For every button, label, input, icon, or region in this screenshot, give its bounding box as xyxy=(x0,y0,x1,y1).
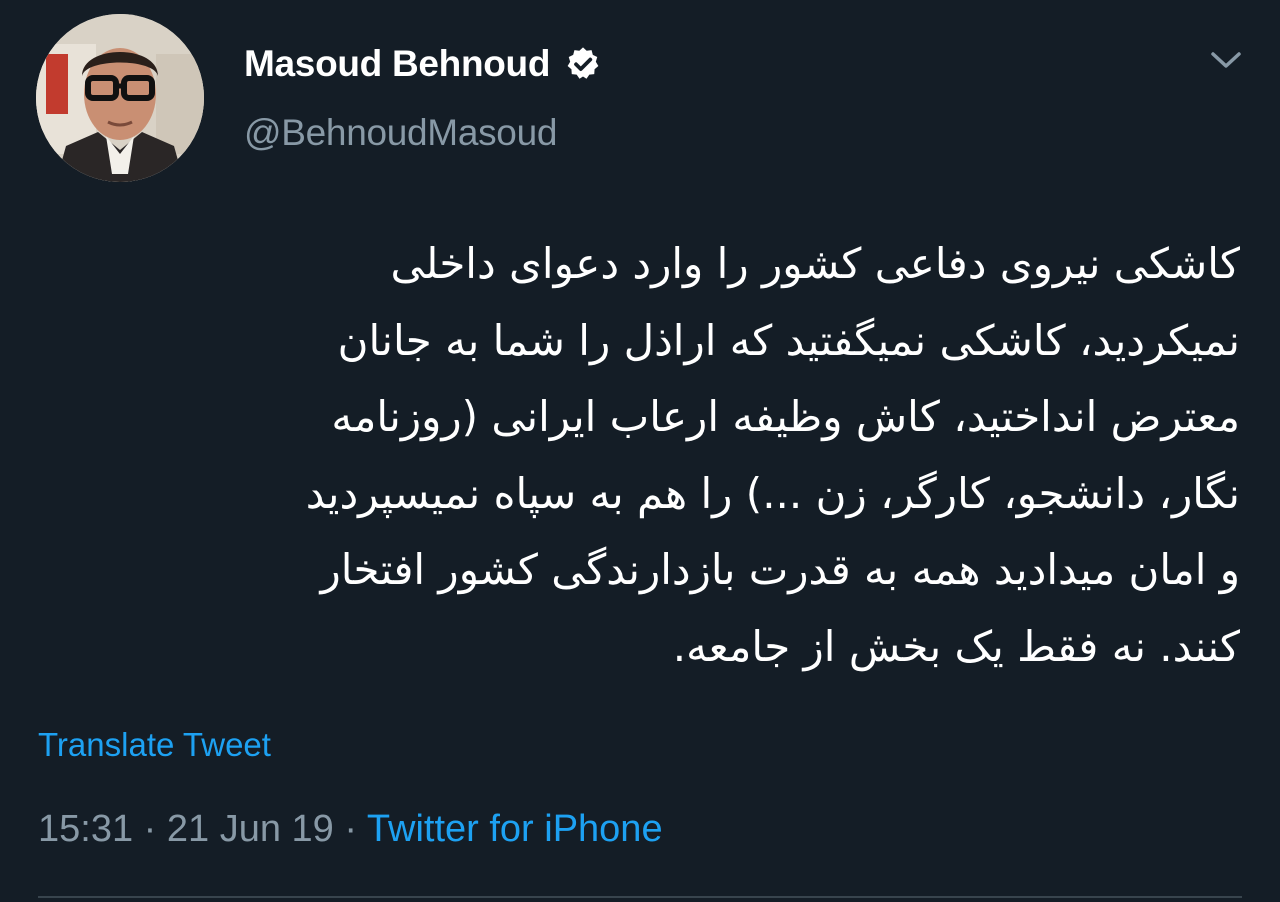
tweet-text: کاشکی نیروی دفاعی کشور را وارد دعوای داخ… xyxy=(90,226,1240,685)
tweet-meta: 15:31 · 21 Jun 19 · Twitter for iPhone xyxy=(38,808,663,851)
tweet-date: 21 Jun 19 xyxy=(166,808,334,850)
tweet-line: معترض انداختید، کاش وظیفه ارعاب ایرانی (… xyxy=(331,392,1240,441)
avatar-photo xyxy=(36,14,204,182)
tweet-line: و امان میدادید همه به قدرت بازدارندگی کش… xyxy=(320,545,1240,594)
tweet-time: 15:31 xyxy=(38,808,134,850)
translate-tweet-link[interactable]: Translate Tweet xyxy=(38,726,271,764)
display-name[interactable]: Masoud Behnoud xyxy=(244,43,550,85)
tweet-line: نمیکردید، کاشکی نمیگفتید که اراذل را شما… xyxy=(337,315,1240,365)
avatar[interactable] xyxy=(36,14,204,182)
meta-separator: · xyxy=(333,808,367,850)
tweet-source-link[interactable]: Twitter for iPhone xyxy=(367,808,663,850)
chevron-down-icon[interactable] xyxy=(1208,44,1244,74)
user-handle[interactable]: @BehnoudMasoud xyxy=(244,112,557,154)
tweet-line: کاشکی نیروی دفاعی کشور را وارد دعوای داخ… xyxy=(390,239,1240,288)
meta-separator: · xyxy=(133,808,167,850)
tweet-line: نگار، دانشجو، کارگر، زن ...) را هم به سپ… xyxy=(305,468,1240,518)
divider xyxy=(38,896,1242,898)
tweet-line: کنند. نه فقط یک بخش از جامعه. xyxy=(672,621,1240,671)
verified-badge-icon xyxy=(564,45,602,83)
author-name-row[interactable]: Masoud Behnoud xyxy=(244,36,602,92)
